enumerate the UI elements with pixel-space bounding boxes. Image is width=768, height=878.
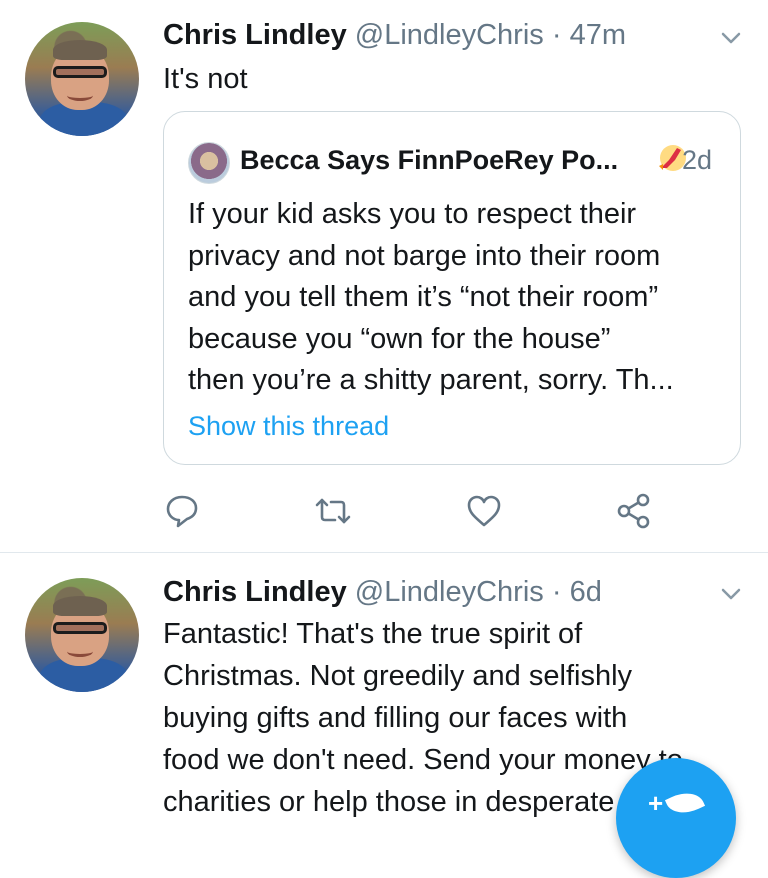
avatar-glasses [53,622,107,634]
tweet-time[interactable]: 47m [570,19,626,51]
chevron-down-icon[interactable] [717,580,745,608]
quoted-tweet[interactable]: Becca Says FinnPoeRey Po... 2d If your k… [163,111,741,465]
compose-tweet-button[interactable]: + [616,758,736,878]
tweet-time[interactable]: 6d [570,576,602,608]
tweet-text-line: Christmas. Not greedily and selfishly [163,660,633,692]
heart-icon[interactable] [462,489,506,533]
tweet[interactable]: Chris Lindley @LindleyChris · 47m It's n… [0,0,768,552]
quoted-avatar[interactable] [188,142,230,184]
avatar[interactable] [25,22,139,136]
header-separator: · [551,576,562,608]
author-handle[interactable]: @LindleyChris [355,576,544,608]
author-name[interactable]: Chris Lindley [163,19,347,51]
tweet-actions [0,489,768,533]
quoted-text-line: privacy and not barge into their room [188,239,661,272]
avatar-smile [67,90,93,101]
retweet-icon[interactable] [311,489,355,533]
avatar-glasses [53,66,107,78]
avatar-hair [53,596,107,616]
tweet-header: Chris Lindley @LindleyChris · 47m [163,17,626,53]
tweet-text-line: buying gifts and filling our faces with [163,702,628,734]
author-name[interactable]: Chris Lindley [163,576,347,608]
compose-tweet-icon [664,785,706,821]
share-icon[interactable] [612,489,656,533]
quoted-text-line: and you tell them it’s “not their room” [188,281,659,313]
quoted-time: 2d [682,145,713,175]
header-separator: · [551,19,562,51]
reply-icon[interactable] [160,489,204,533]
chevron-down-icon[interactable] [717,24,745,52]
quoted-text-line: If your kid asks you to respect their [188,198,637,230]
plus-icon: + [648,788,664,818]
quoted-text-line: then you’re a shitty parent, sorry. Th..… [188,364,674,396]
tweet-text-line: Fantastic! That's the true spirit of [163,618,583,650]
avatar-smile [67,646,93,657]
quoted-text-line: because you “own for the house” [188,322,611,355]
author-handle[interactable]: @LindleyChris [355,19,544,51]
quoted-author-name: Becca Says FinnPoeRey Po... [240,145,619,175]
tweet-header: Chris Lindley @LindleyChris · 6d [163,574,602,610]
tweet-text: It's not [163,63,248,95]
show-thread-link[interactable]: Show this thread [188,408,389,444]
avatar-hair [53,40,107,60]
quoted-text: If your kid asks you to respect their pr… [188,194,718,402]
avatar[interactable] [25,578,139,692]
